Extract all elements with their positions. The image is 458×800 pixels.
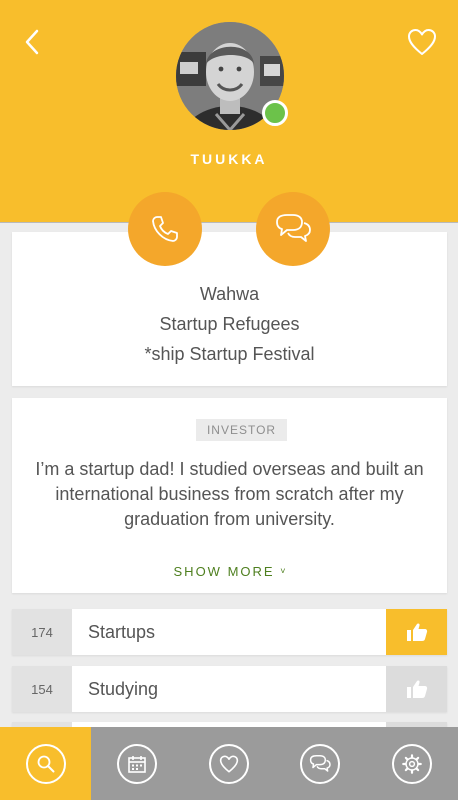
phone-icon	[152, 216, 178, 242]
show-more-link[interactable]: SHOW MORE ˅	[12, 564, 447, 579]
show-more-label: SHOW MORE	[173, 564, 275, 579]
tab-ring	[25, 743, 66, 784]
chevron-left-icon	[25, 29, 39, 55]
company-item: Wahwa	[199, 284, 260, 304]
profile-header: TUUKKA	[0, 0, 458, 223]
tab-calendar[interactable]	[91, 727, 183, 800]
chevron-down-icon: ˅	[280, 566, 286, 576]
tab-ring	[392, 743, 433, 784]
heart-icon	[219, 754, 238, 773]
tab-messages[interactable]	[275, 727, 367, 800]
back-button[interactable]	[18, 28, 46, 56]
bottom-tab-bar	[0, 727, 458, 800]
companies-list: Wahwa Startup Refugees *ship Startup Fes…	[12, 232, 447, 369]
chat-button[interactable]	[256, 192, 330, 266]
tab-ring	[208, 743, 249, 784]
gear-icon	[402, 753, 422, 774]
online-status-indicator	[262, 100, 288, 126]
like-button[interactable]	[386, 666, 447, 712]
companies-card: Wahwa Startup Refugees *ship Startup Fes…	[12, 232, 447, 386]
tab-favorites[interactable]	[183, 727, 275, 800]
tab-search[interactable]	[0, 727, 91, 800]
role-badge: INVESTOR	[196, 419, 287, 441]
chat-icon	[310, 754, 332, 772]
tab-settings[interactable]	[366, 727, 458, 800]
thumbs-up-icon	[406, 623, 427, 641]
interest-count: 154	[12, 666, 72, 712]
interest-count: 174	[12, 609, 72, 655]
tab-ring	[300, 743, 341, 784]
company-item: Startup Refugees	[159, 314, 300, 334]
bio-card: INVESTOR I’m a startup dad! I studied ov…	[12, 398, 447, 593]
search-icon	[37, 755, 54, 772]
company-item: *ship Startup Festival	[144, 344, 315, 364]
profile-name: TUUKKA	[190, 151, 268, 167]
interest-row-startups: 174 Startups	[12, 609, 447, 655]
like-button[interactable]	[386, 609, 447, 655]
calendar-icon	[128, 755, 146, 773]
bio-text: I’m a startup dad! I studied overseas an…	[35, 459, 424, 529]
favorite-button[interactable]	[406, 26, 438, 58]
thumbs-up-icon	[406, 680, 427, 698]
call-button[interactable]	[128, 192, 202, 266]
heart-icon	[408, 29, 436, 55]
chat-bubbles-icon	[276, 214, 311, 242]
interest-label: Startups	[88, 621, 156, 642]
interest-label: Studying	[88, 678, 159, 699]
interest-row-studying: 154 Studying	[12, 666, 447, 712]
tab-ring	[116, 743, 157, 784]
